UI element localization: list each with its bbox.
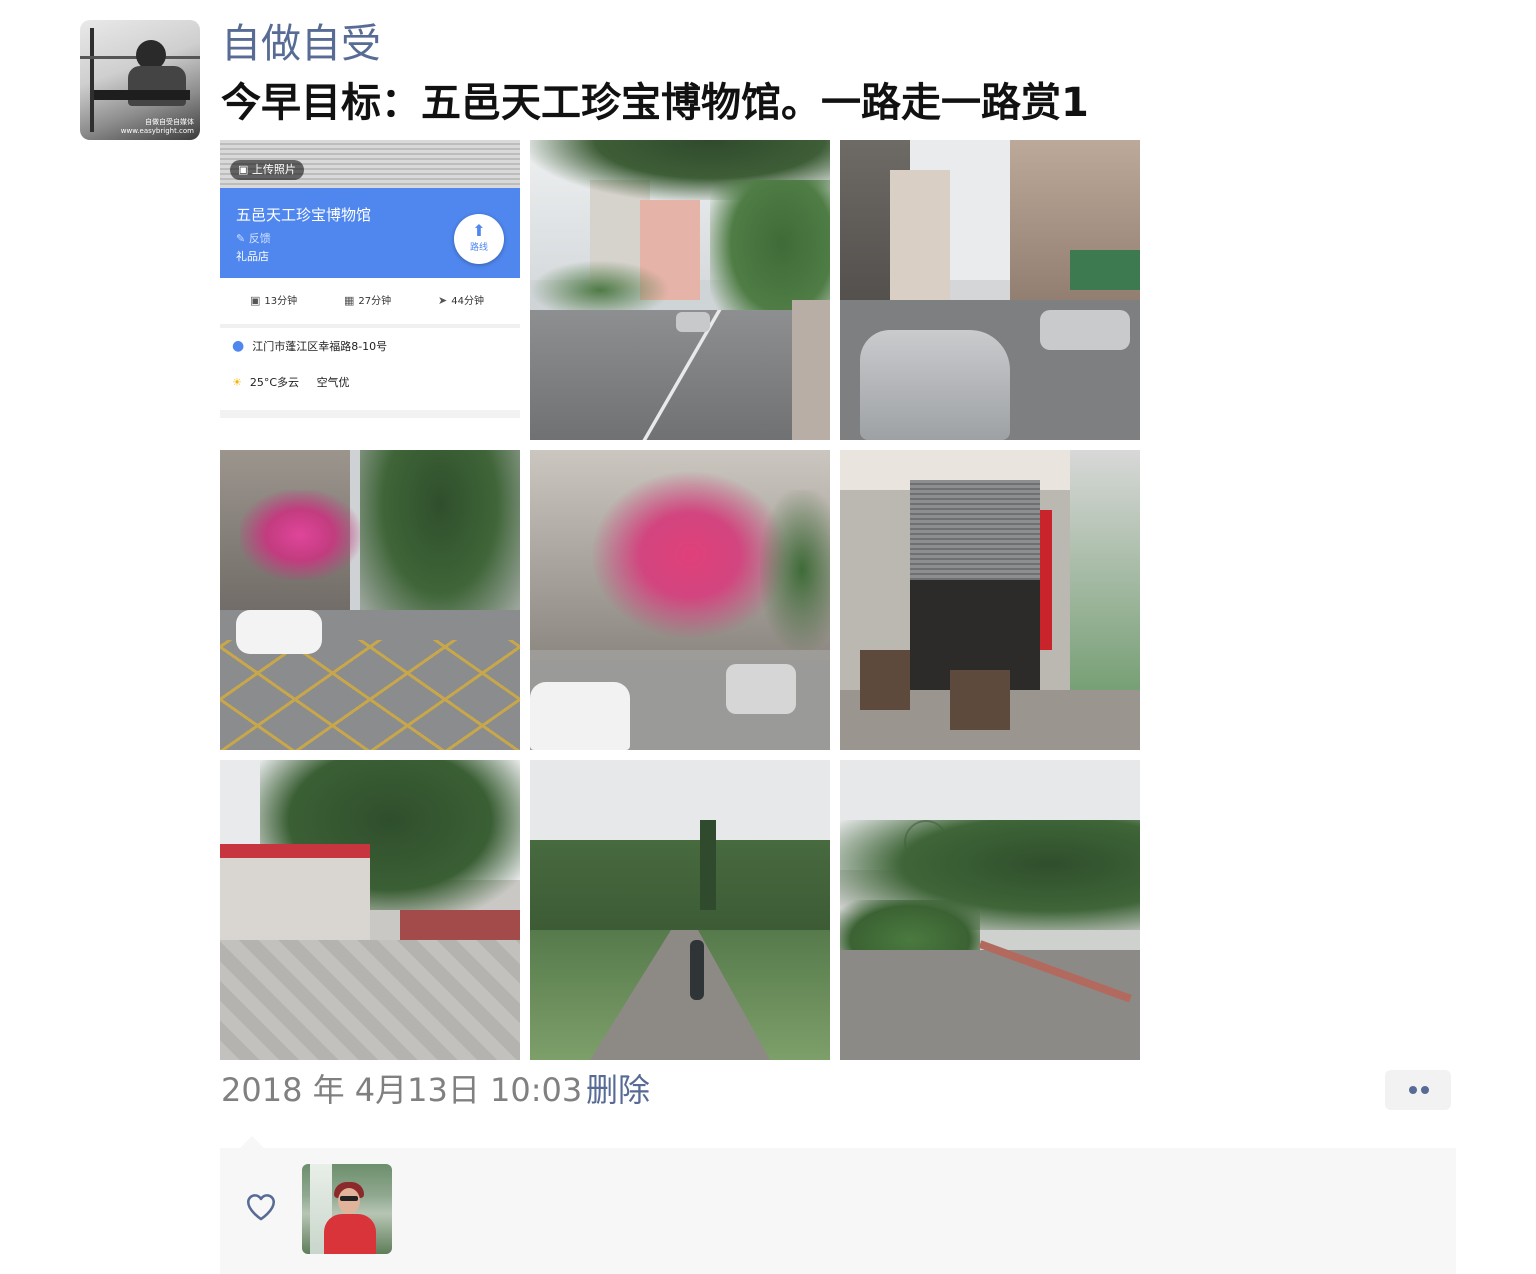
red-couplet — [1040, 510, 1052, 650]
place-category: 礼品店 — [236, 250, 269, 263]
tree — [360, 450, 520, 630]
tree — [760, 490, 830, 650]
place-name: 五邑天工珍宝博物馆 — [236, 206, 372, 224]
heart-icon — [246, 1194, 276, 1221]
place-panel: 五邑天工珍宝博物馆 ✎ 反馈 礼品店 ⬆ 路线 — [220, 188, 520, 278]
upload-photo-badge: ▣ 上传照片 — [230, 160, 304, 180]
liker-shirt — [324, 1214, 376, 1254]
shop-sign — [1070, 250, 1140, 290]
photo-park-path-1[interactable] — [530, 760, 830, 1060]
car — [676, 312, 710, 332]
tiled-plaza — [220, 940, 520, 1060]
drive-mode: ▣ 13分钟 — [250, 290, 297, 313]
avatar-caption-line2: www.easybright.com — [120, 127, 194, 135]
feedback-link: ✎ 反馈 — [236, 230, 271, 246]
weather-text: 25°C多云 — [249, 376, 300, 389]
wooden-chair — [950, 670, 1010, 730]
walk-icon: ➤ — [438, 294, 448, 307]
avatar-art-body — [128, 66, 186, 106]
white-car — [236, 610, 322, 654]
photo-street-3[interactable] — [220, 450, 520, 750]
post-text: 今早目标：五邑天工珍宝博物馆。一路走一路赏1 — [221, 80, 1089, 126]
yellow-box-marking — [220, 640, 520, 750]
building — [890, 170, 950, 300]
address-row: ● 江门市蓬江区幸福路8-10号 — [232, 338, 387, 354]
avatar-caption: 自做自受自媒体 www.easybright.com — [80, 118, 200, 136]
weather-row: ☀ 25°C多云 空气优 — [232, 374, 350, 390]
walk-mode: ➤ 44分钟 — [438, 290, 484, 313]
avatar-art-pole — [90, 28, 94, 132]
route-button: ⬆ 路线 — [454, 214, 504, 264]
walkway — [840, 950, 1140, 1060]
likes-pointer — [240, 1136, 264, 1148]
bus-time: 27分钟 — [358, 296, 392, 307]
silver-car — [860, 330, 1010, 440]
travel-modes: ▣ 13分钟 ▦ 27分钟 ➤ 44分钟 — [220, 290, 520, 312]
photo-grid: ▣ 上传照片 五邑天工珍宝博物馆 ✎ 反馈 礼品店 ⬆ 路线 ▣ 13分钟 ▦ … — [220, 140, 1140, 1060]
liker-avatar[interactable] — [302, 1164, 392, 1254]
pine-tree — [700, 820, 716, 910]
wooden-chair — [860, 650, 910, 710]
park-gatehouse — [220, 850, 370, 950]
route-arrow-icon: ⬆ — [472, 221, 486, 240]
photo-park-gate[interactable] — [220, 760, 520, 1060]
drive-time: 13分钟 — [264, 296, 298, 307]
upload-label: 上传照片 — [251, 163, 296, 176]
photo-map-screenshot[interactable]: ▣ 上传照片 五邑天工珍宝博物馆 ✎ 反馈 礼品店 ⬆ 路线 ▣ 13分钟 ▦ … — [220, 140, 520, 440]
van — [726, 664, 796, 714]
photo-building-flowers[interactable] — [530, 450, 830, 750]
walking-person — [690, 940, 704, 1000]
rolling-shutter — [910, 480, 1040, 580]
post-timestamp: 2018 年 4月13日 10:03 — [221, 1071, 583, 1109]
cloudy-icon: ☀ — [232, 376, 242, 389]
moments-post: 自做自受自媒体 www.easybright.com 自做自受 今早目标：五邑天… — [0, 0, 1536, 1274]
photo-street-2[interactable] — [840, 140, 1140, 440]
author-name[interactable]: 自做自受 — [221, 18, 381, 70]
camera-icon: ▣ — [238, 163, 249, 176]
bus-icon: ▦ — [344, 294, 355, 307]
sunglasses — [340, 1196, 358, 1201]
photo-park-path-2[interactable] — [840, 760, 1140, 1060]
more-dot-icon — [1409, 1086, 1417, 1094]
flowers — [240, 490, 360, 580]
avatar-caption-line1: 自做自受自媒体 — [145, 118, 194, 126]
white-car — [530, 682, 630, 750]
more-options-button[interactable] — [1385, 1070, 1451, 1110]
walk-time: 44分钟 — [451, 296, 484, 307]
avatar-art-bench — [94, 90, 190, 100]
route-label: 路线 — [469, 243, 488, 253]
sidewalk — [792, 300, 830, 440]
goods-shelf — [1070, 450, 1140, 710]
edit-icon: ✎ — [236, 232, 246, 245]
location-pin-icon: ● — [232, 338, 245, 354]
liker-face — [338, 1188, 360, 1214]
map-divider — [220, 324, 520, 328]
trees — [530, 840, 830, 940]
car — [1040, 310, 1130, 350]
park-sign — [220, 844, 370, 858]
air-quality-text: 空气优 — [316, 376, 350, 389]
bus-mode: ▦ 27分钟 — [344, 290, 391, 313]
more-dot-icon — [1421, 1086, 1429, 1094]
photo-street-1[interactable] — [530, 140, 830, 440]
car-icon: ▣ — [250, 294, 261, 307]
delete-button[interactable]: 删除 — [586, 1068, 650, 1112]
feedback-label: 反馈 — [248, 232, 271, 245]
map-footer — [220, 410, 520, 418]
photo-shop-front[interactable] — [840, 450, 1140, 750]
author-avatar[interactable]: 自做自受自媒体 www.easybright.com — [80, 20, 200, 140]
likes-panel — [220, 1148, 1456, 1274]
address-text: 江门市蓬江区幸福路8-10号 — [252, 340, 388, 353]
